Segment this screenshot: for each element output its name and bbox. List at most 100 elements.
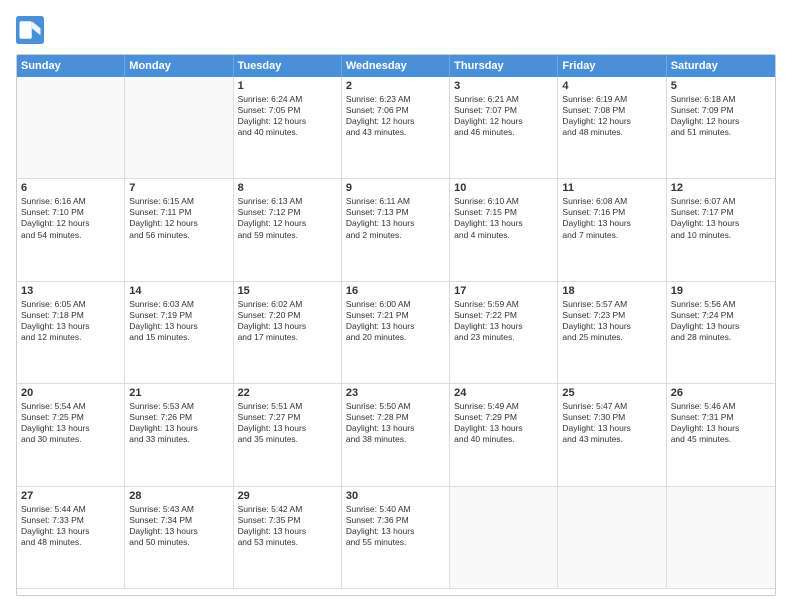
day-number: 13 (21, 285, 120, 297)
cell-line: Sunrise: 5:53 AM (129, 401, 228, 412)
cell-line: and 33 minutes. (129, 434, 228, 445)
cell-line: Daylight: 13 hours (346, 218, 445, 229)
cell-line: Sunrise: 5:46 AM (671, 401, 771, 412)
day-number: 22 (238, 387, 337, 399)
cal-cell: 26Sunrise: 5:46 AMSunset: 7:31 PMDayligh… (667, 384, 775, 486)
cal-cell: 28Sunrise: 5:43 AMSunset: 7:34 PMDayligh… (125, 487, 233, 589)
cal-cell: 19Sunrise: 5:56 AMSunset: 7:24 PMDayligh… (667, 282, 775, 384)
cell-line: Sunset: 7:28 PM (346, 412, 445, 423)
cal-cell: 18Sunrise: 5:57 AMSunset: 7:23 PMDayligh… (558, 282, 666, 384)
cal-cell: 11Sunrise: 6:08 AMSunset: 7:16 PMDayligh… (558, 179, 666, 281)
cell-line: Sunrise: 5:51 AM (238, 401, 337, 412)
cell-line: and 43 minutes. (562, 434, 661, 445)
day-number: 23 (346, 387, 445, 399)
cell-line: Daylight: 13 hours (346, 423, 445, 434)
cell-line: Daylight: 13 hours (238, 423, 337, 434)
cell-line: Sunrise: 6:21 AM (454, 94, 553, 105)
day-number: 9 (346, 182, 445, 194)
cell-line: and 38 minutes. (346, 434, 445, 445)
cell-line: and 46 minutes. (454, 127, 553, 138)
cell-line: and 55 minutes. (346, 537, 445, 548)
cell-line: Daylight: 12 hours (238, 218, 337, 229)
day-number: 10 (454, 182, 553, 194)
cell-line: and 10 minutes. (671, 230, 771, 241)
cal-cell: 9Sunrise: 6:11 AMSunset: 7:13 PMDaylight… (342, 179, 450, 281)
cell-line: and 23 minutes. (454, 332, 553, 343)
day-number: 2 (346, 80, 445, 92)
cal-cell: 20Sunrise: 5:54 AMSunset: 7:25 PMDayligh… (17, 384, 125, 486)
cell-line: Sunrise: 5:59 AM (454, 299, 553, 310)
cell-line: Daylight: 12 hours (562, 116, 661, 127)
cell-line: Sunset: 7:24 PM (671, 310, 771, 321)
day-number: 14 (129, 285, 228, 297)
cal-cell: 5Sunrise: 6:18 AMSunset: 7:09 PMDaylight… (667, 77, 775, 179)
cell-line: and 45 minutes. (671, 434, 771, 445)
cell-line: Sunrise: 6:13 AM (238, 196, 337, 207)
cal-cell (17, 77, 125, 179)
cell-line: and 51 minutes. (671, 127, 771, 138)
cell-line: and 48 minutes. (562, 127, 661, 138)
cell-line: Sunset: 7:27 PM (238, 412, 337, 423)
weekday-header-wednesday: Wednesday (342, 55, 450, 77)
cell-line: Sunset: 7:33 PM (21, 515, 120, 526)
cell-line: Daylight: 12 hours (454, 116, 553, 127)
cal-cell: 30Sunrise: 5:40 AMSunset: 7:36 PMDayligh… (342, 487, 450, 589)
cell-line: Daylight: 13 hours (671, 321, 771, 332)
cell-line: Sunrise: 6:02 AM (238, 299, 337, 310)
cell-line: and 15 minutes. (129, 332, 228, 343)
cell-line: Daylight: 13 hours (454, 423, 553, 434)
day-number: 26 (671, 387, 771, 399)
day-number: 11 (562, 182, 661, 194)
cell-line: Daylight: 13 hours (454, 218, 553, 229)
cell-line: Daylight: 13 hours (562, 321, 661, 332)
cal-cell: 10Sunrise: 6:10 AMSunset: 7:15 PMDayligh… (450, 179, 558, 281)
cell-line: and 2 minutes. (346, 230, 445, 241)
cal-cell (558, 487, 666, 589)
cal-cell (450, 487, 558, 589)
cell-line: Sunset: 7:16 PM (562, 207, 661, 218)
cell-line: Daylight: 13 hours (562, 423, 661, 434)
cal-cell: 16Sunrise: 6:00 AMSunset: 7:21 PMDayligh… (342, 282, 450, 384)
cell-line: Daylight: 13 hours (129, 321, 228, 332)
cell-line: Daylight: 12 hours (671, 116, 771, 127)
day-number: 5 (671, 80, 771, 92)
cell-line: Daylight: 13 hours (454, 321, 553, 332)
cell-line: Sunrise: 6:00 AM (346, 299, 445, 310)
cal-cell: 27Sunrise: 5:44 AMSunset: 7:33 PMDayligh… (17, 487, 125, 589)
cell-line: Daylight: 13 hours (671, 218, 771, 229)
cal-cell: 24Sunrise: 5:49 AMSunset: 7:29 PMDayligh… (450, 384, 558, 486)
cell-line: Sunset: 7:26 PM (129, 412, 228, 423)
cal-cell: 25Sunrise: 5:47 AMSunset: 7:30 PMDayligh… (558, 384, 666, 486)
cell-line: Daylight: 13 hours (671, 423, 771, 434)
cell-line: Daylight: 13 hours (129, 423, 228, 434)
calendar-header: SundayMondayTuesdayWednesdayThursdayFrid… (17, 55, 775, 77)
weekday-header-tuesday: Tuesday (234, 55, 342, 77)
cell-line: Daylight: 13 hours (562, 218, 661, 229)
cell-line: and 54 minutes. (21, 230, 120, 241)
cell-line: Sunset: 7:17 PM (671, 207, 771, 218)
cell-line: and 28 minutes. (671, 332, 771, 343)
cal-cell: 1Sunrise: 6:24 AMSunset: 7:05 PMDaylight… (234, 77, 342, 179)
cell-line: Daylight: 13 hours (21, 423, 120, 434)
cal-cell: 6Sunrise: 6:16 AMSunset: 7:10 PMDaylight… (17, 179, 125, 281)
day-number: 16 (346, 285, 445, 297)
day-number: 6 (21, 182, 120, 194)
cal-cell: 29Sunrise: 5:42 AMSunset: 7:35 PMDayligh… (234, 487, 342, 589)
cell-line: Sunrise: 5:43 AM (129, 504, 228, 515)
logo (16, 16, 48, 44)
cell-line: Sunset: 7:05 PM (238, 105, 337, 116)
cal-cell: 7Sunrise: 6:15 AMSunset: 7:11 PMDaylight… (125, 179, 233, 281)
cell-line: and 17 minutes. (238, 332, 337, 343)
cell-line: Sunset: 7:06 PM (346, 105, 445, 116)
cell-line: Sunset: 7:08 PM (562, 105, 661, 116)
day-number: 8 (238, 182, 337, 194)
cell-line: Sunrise: 5:54 AM (21, 401, 120, 412)
day-number: 15 (238, 285, 337, 297)
cell-line: and 40 minutes. (454, 434, 553, 445)
cell-line: Sunrise: 6:03 AM (129, 299, 228, 310)
cell-line: Sunset: 7:13 PM (346, 207, 445, 218)
cell-line: Sunrise: 5:42 AM (238, 504, 337, 515)
cal-cell (125, 77, 233, 179)
cell-line: Sunset: 7:12 PM (238, 207, 337, 218)
day-number: 25 (562, 387, 661, 399)
